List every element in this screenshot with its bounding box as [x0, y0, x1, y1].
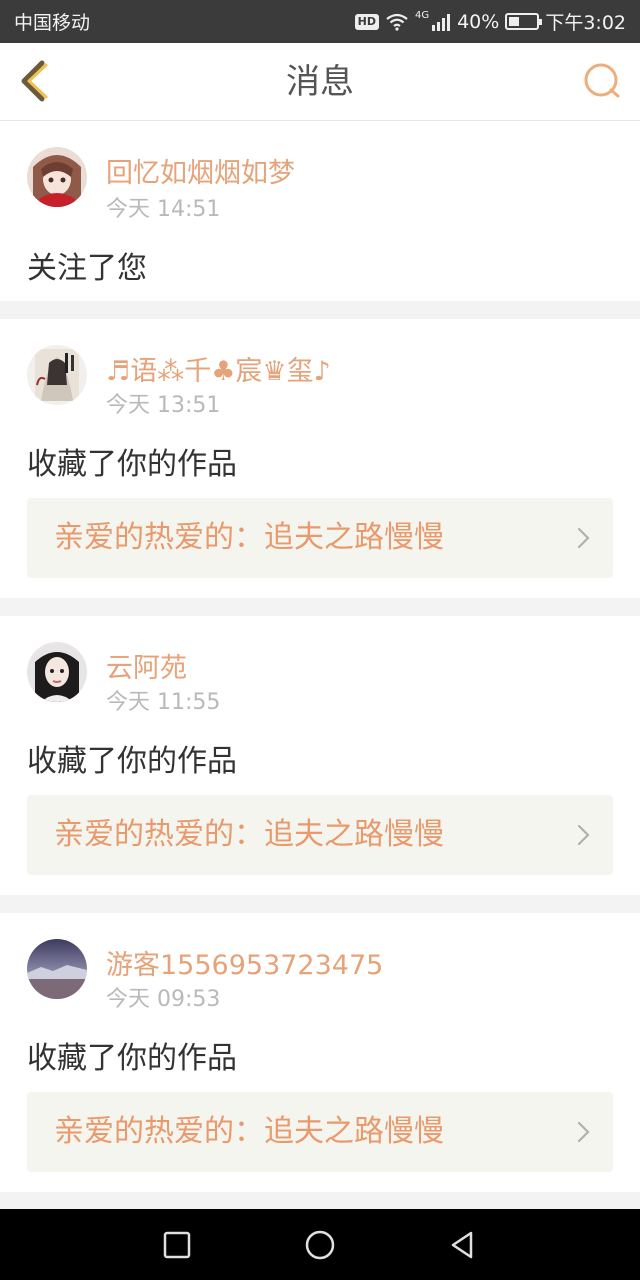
- carrier-label: 中国移动: [14, 12, 91, 34]
- avatar[interactable]: [27, 147, 87, 207]
- status-bar: 中国移动 HD 4G 40% 下午3:02: [0, 0, 640, 43]
- message-item: 回忆如烟烟如梦 今天 14:51 关注了您: [0, 121, 640, 301]
- search-icon[interactable]: [580, 59, 626, 105]
- clock: 下午3:02: [545, 12, 626, 34]
- username[interactable]: 游客1556953723475: [106, 943, 383, 982]
- work-title: 亲爱的热爱的：追夫之路慢慢: [54, 1114, 444, 1149]
- network-type: 4G: [414, 10, 430, 21]
- timestamp: 今天 09:53: [106, 987, 221, 1012]
- message-item: ♬语⁂千♣宸♛玺♪ 今天 13:51 收藏了你的作品 亲爱的热爱的：追夫之路慢慢: [0, 319, 640, 598]
- work-link[interactable]: 亲爱的热爱的：追夫之路慢慢: [27, 795, 613, 875]
- timestamp: 今天 14:51: [106, 197, 221, 222]
- work-title: 亲爱的热爱的：追夫之路慢慢: [54, 520, 444, 555]
- system-nav-bar: [0, 1209, 640, 1280]
- signal-icon: [432, 13, 451, 31]
- username[interactable]: ♬语⁂千♣宸♛玺♪: [106, 349, 331, 388]
- action-text: 关注了您: [27, 251, 147, 286]
- avatar[interactable]: [27, 642, 87, 702]
- work-link[interactable]: 亲爱的热爱的：追夫之路慢慢: [27, 498, 613, 578]
- battery-icon: [505, 13, 543, 30]
- username[interactable]: 回忆如烟烟如梦: [106, 151, 295, 190]
- triangle-back-icon[interactable]: [446, 1229, 478, 1261]
- chevron-right-icon: [577, 824, 590, 846]
- action-text: 收藏了你的作品: [27, 1041, 237, 1076]
- square-icon[interactable]: [161, 1229, 193, 1261]
- action-text: 收藏了你的作品: [27, 447, 237, 482]
- timestamp: 今天 11:55: [106, 690, 221, 715]
- nav-bar: 消息: [0, 43, 640, 121]
- work-title: 亲爱的热爱的：追夫之路慢慢: [54, 817, 444, 852]
- page-title: 消息: [286, 62, 354, 102]
- wifi-icon: [386, 13, 408, 31]
- battery-percent: 40%: [457, 10, 500, 33]
- action-text: 收藏了你的作品: [27, 744, 237, 779]
- timestamp: 今天 13:51: [106, 393, 221, 418]
- message-list: 回忆如烟烟如梦 今天 14:51 关注了您 ♬语⁂千♣宸♛玺♪ 今天 13:51…: [0, 121, 640, 1209]
- message-item: 游客1556953723475 今天 09:53 收藏了你的作品 亲爱的热爱的：…: [0, 913, 640, 1192]
- username[interactable]: 云阿苑: [106, 646, 187, 685]
- avatar[interactable]: [27, 345, 87, 405]
- status-icons: HD 4G 40% 下午3:02: [354, 8, 626, 35]
- message-item: 云阿苑 今天 11:55 收藏了你的作品 亲爱的热爱的：追夫之路慢慢: [0, 616, 640, 895]
- work-link[interactable]: 亲爱的热爱的：追夫之路慢慢: [27, 1092, 613, 1172]
- chevron-right-icon: [577, 1121, 590, 1143]
- avatar[interactable]: [27, 939, 87, 999]
- chevron-right-icon: [577, 527, 590, 549]
- circle-icon[interactable]: [304, 1229, 336, 1261]
- hd-badge: HD: [354, 13, 379, 30]
